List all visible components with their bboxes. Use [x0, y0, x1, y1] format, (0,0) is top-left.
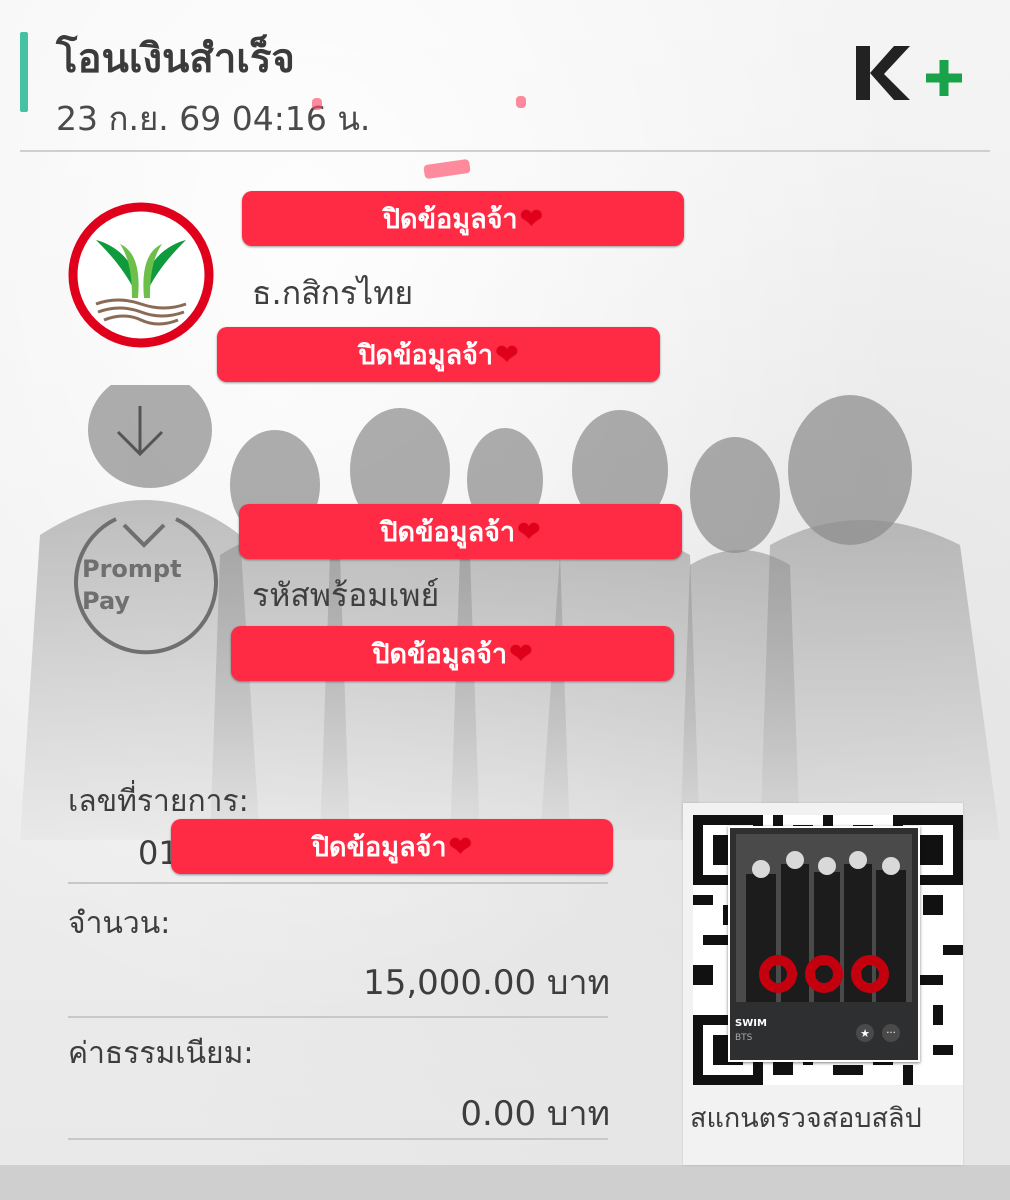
heart-icon: ❤: [517, 515, 541, 548]
header-divider: [20, 150, 990, 152]
divider: [68, 1138, 608, 1140]
promptpay-id-label: รหัสพร้อมเพย์: [252, 576, 440, 614]
album-artist: BTS: [735, 1033, 753, 1043]
fee-value: 0.00 บาท: [460, 1094, 610, 1134]
redaction-label: ปิดข้อมูลจ้า: [372, 639, 508, 670]
svg-text:Prompt: Prompt: [82, 555, 182, 583]
sender-bank: ธ.กสิกรไทย: [252, 274, 414, 312]
redacted-reference: ปิดข้อมูลจ้า ❤: [171, 819, 613, 874]
redaction-label: ปิดข้อมูลจ้า: [380, 517, 516, 548]
kbank-logo: [68, 202, 214, 348]
more-icon[interactable]: ···: [882, 1024, 900, 1042]
heart-icon: ❤: [509, 637, 533, 670]
heart-icon: ❤: [495, 338, 519, 371]
bottom-bar: [0, 1165, 1010, 1200]
svg-text:Pay: Pay: [82, 587, 130, 615]
heart-icon: ❤: [448, 830, 473, 863]
scan-verify-label: สแกนตรวจสอบสลิป: [690, 1103, 922, 1134]
heart-icon: ❤: [519, 202, 544, 235]
redacted-promptpay-id: ปิดข้อมูลจ้า ❤: [231, 626, 674, 681]
transaction-datetime: 23 ก.ย. 69 04:16 น.: [56, 99, 371, 138]
amount-label: จำนวน:: [68, 906, 171, 941]
album-photo: [736, 834, 912, 1002]
album-title: SWIM: [735, 1018, 767, 1029]
redacted-receiver-name: ปิดข้อมูลจ้า ❤: [239, 504, 682, 559]
amount-value: 15,000.00 บาท: [363, 963, 610, 1003]
divider: [68, 882, 608, 884]
fee-label: ค่าธรรมเนียม:: [68, 1036, 254, 1071]
page-title: โอนเงินสำเร็จ: [56, 36, 295, 82]
promptpay-logo: Prompt Pay: [74, 517, 218, 655]
album-cover: SWIM BTS ★ ···: [728, 826, 920, 1062]
redaction-mark: [516, 96, 526, 108]
redacted-sender-account: ปิดข้อมูลจ้า ❤: [217, 327, 660, 382]
arrow-down-icon: [116, 406, 164, 457]
redaction-mark: [312, 98, 322, 110]
redaction-label: ปิดข้อมูลจ้า: [311, 832, 447, 863]
redaction-label: ปิดข้อมูลจ้า: [382, 204, 518, 235]
redacted-sender-name: ปิดข้อมูลจ้า ❤: [242, 191, 684, 246]
star-icon[interactable]: ★: [856, 1024, 874, 1042]
divider: [68, 1016, 608, 1018]
accent-bar: [20, 32, 28, 112]
redaction-label: ปิดข้อมูลจ้า: [358, 340, 494, 371]
kplus-logo: [856, 46, 962, 100]
reference-label: เลขที่รายการ:: [68, 784, 249, 819]
